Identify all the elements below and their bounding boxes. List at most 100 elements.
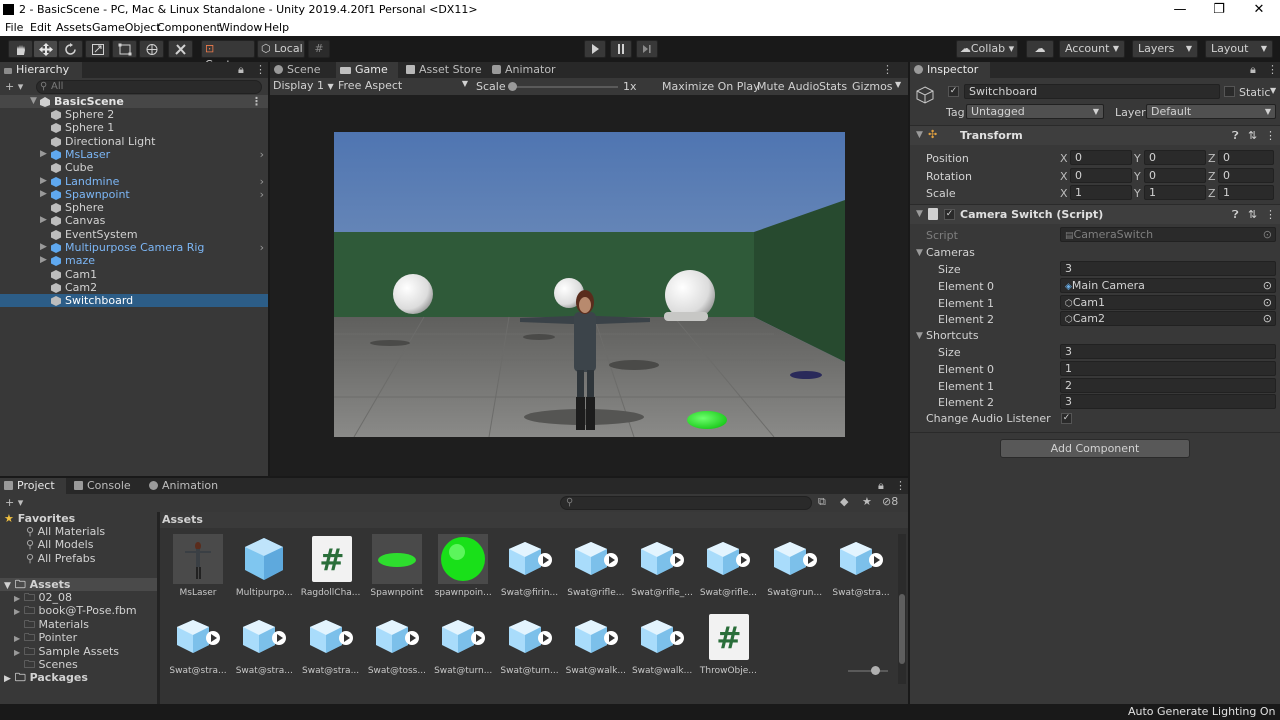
assets-scrollbar-thumb[interactable]: [899, 594, 905, 664]
menu-file[interactable]: File: [5, 21, 23, 34]
hierarchy-item[interactable]: Cam2: [0, 281, 268, 294]
fold-right-icon[interactable]: ▶: [40, 175, 47, 188]
hierarchy-item[interactable]: ▶ MsLaser ›: [0, 148, 268, 161]
asset-tile[interactable]: Swat@stra...: [168, 612, 227, 684]
tab-hierarchy[interactable]: Hierarchy: [0, 62, 82, 78]
transform-tool-button[interactable]: [139, 40, 164, 58]
tab-project[interactable]: Project: [0, 478, 66, 494]
asset-tile[interactable]: Swat@walk...: [632, 612, 692, 684]
icon-size-slider[interactable]: [848, 670, 888, 672]
game-viewport[interactable]: [334, 132, 845, 437]
icon-size-slider-thumb[interactable]: [871, 666, 880, 675]
active-checkbox[interactable]: ✓: [948, 86, 959, 97]
hierarchy-item[interactable]: Switchboard: [0, 294, 268, 308]
asset-tile[interactable]: Swat@stra...: [831, 534, 890, 606]
hierarchy-item[interactable]: ▶ Multipurpose Camera Rig ›: [0, 241, 268, 254]
menu-component[interactable]: Component: [157, 21, 221, 34]
transform-rotation-x-field[interactable]: 0: [1070, 168, 1132, 183]
hierarchy-item[interactable]: ▶ maze: [0, 254, 268, 267]
object-picker-icon[interactable]: ⊙: [1263, 296, 1272, 309]
asset-tile[interactable]: Swat@turn...: [500, 612, 559, 684]
layer-dropdown[interactable]: Default ▼: [1146, 104, 1276, 119]
shortcut-element-field[interactable]: 3: [1060, 394, 1276, 410]
camera-element-field[interactable]: ◈Main Camera ⊙: [1060, 278, 1276, 293]
help-icon[interactable]: ❓︎: [1232, 129, 1239, 143]
menu-edit[interactable]: Edit: [30, 21, 51, 34]
assets-root-row[interactable]: ▼ 🗀 Assets: [0, 578, 157, 591]
hierarchy-item[interactable]: Sphere 2: [0, 108, 268, 121]
kebab-menu-icon[interactable]: ⋮: [1267, 63, 1278, 76]
asset-folder[interactable]: ▶ 🗀 Pointer: [14, 631, 154, 644]
play-button[interactable]: [584, 40, 606, 58]
hierarchy-item[interactable]: ▶ Landmine ›: [0, 175, 268, 188]
change-audio-listener-checkbox[interactable]: ✓: [1061, 413, 1072, 424]
tab-animation[interactable]: Animation: [145, 478, 225, 494]
search-by-label-icon[interactable]: ◆: [840, 495, 848, 508]
chevron-right-icon[interactable]: ›: [260, 175, 264, 188]
pivot-local-button[interactable]: ⬡ Local: [257, 40, 305, 58]
lock-icon[interactable]: 🔒︎: [1250, 63, 1256, 77]
asset-tile[interactable]: # RagdollCha...: [301, 534, 360, 606]
rect-tool-button[interactable]: [112, 40, 137, 58]
chevron-right-icon[interactable]: ›: [260, 148, 264, 161]
chevron-down-icon[interactable]: ▼: [895, 80, 901, 89]
fold-right-icon[interactable]: ▶: [40, 254, 47, 267]
pivot-center-button[interactable]: ⊡ Center: [201, 40, 255, 71]
static-checkbox[interactable]: [1224, 86, 1235, 97]
move-tool-button[interactable]: [33, 40, 58, 58]
packages-row[interactable]: ▶ 🗀 Packages: [4, 671, 154, 684]
hierarchy-item[interactable]: Cube: [0, 161, 268, 174]
asset-tile[interactable]: Swat@rifle_...: [631, 534, 693, 606]
object-picker-icon[interactable]: ⊙: [1263, 312, 1272, 325]
asset-tile[interactable]: # ThrowObje...: [698, 612, 757, 684]
menu-help[interactable]: Help: [264, 21, 289, 34]
transform-rotation-z-field[interactable]: 0: [1218, 168, 1274, 183]
asset-tile[interactable]: Swat@rifle...: [566, 534, 624, 606]
menu-gameobject[interactable]: GameObject: [92, 21, 161, 34]
hidden-packages-toggle[interactable]: ⊘8: [882, 495, 898, 508]
display-dropdown[interactable]: Display 1 ▼: [273, 79, 334, 92]
tab-scene[interactable]: Scene: [270, 62, 334, 78]
transform-position-y-field[interactable]: 0: [1144, 150, 1206, 165]
transform-scale-x-field[interactable]: 1: [1070, 185, 1132, 200]
object-picker-icon[interactable]: ⊙: [1263, 279, 1272, 292]
transform-position-z-field[interactable]: 0: [1218, 150, 1274, 165]
tab-console[interactable]: Console: [70, 478, 142, 494]
asset-tile[interactable]: spawnpoin...: [433, 534, 492, 606]
asset-folder[interactable]: ▶ 🗀 Sample Assets: [14, 645, 154, 658]
scene-menu-icon[interactable]: ⋮: [251, 95, 262, 108]
menu-window[interactable]: Window: [219, 21, 262, 34]
gizmos-toggle[interactable]: Gizmos: [852, 80, 893, 93]
add-component-button[interactable]: Add Component: [1000, 439, 1190, 458]
asset-tile[interactable]: Swat@rifle...: [698, 534, 757, 606]
help-icon[interactable]: ❓︎: [1232, 208, 1239, 222]
custom-tool-button[interactable]: [168, 40, 193, 58]
collab-button[interactable]: ☁Collab ▾: [956, 40, 1018, 58]
menu-assets[interactable]: Assets: [56, 21, 92, 34]
favorite-item[interactable]: ⚲ All Materials: [26, 525, 154, 538]
tab-animator[interactable]: Animator: [488, 62, 568, 78]
favorite-star-icon[interactable]: ★: [862, 495, 872, 508]
asset-tile[interactable]: Swat@stra...: [301, 612, 359, 684]
presets-icon[interactable]: ⇅: [1248, 208, 1257, 221]
maximize-button[interactable]: ❐: [1199, 1, 1239, 19]
shortcut-element-field[interactable]: 1: [1060, 361, 1276, 376]
camera-switch-header[interactable]: ▼ ✓ Camera Switch (Script) ❓︎ ⇅ ⋮: [910, 204, 1280, 224]
scale-slider-track[interactable]: [508, 86, 618, 88]
fold-right-icon[interactable]: ▶: [40, 148, 47, 161]
hand-tool-button[interactable]: [8, 40, 33, 58]
asset-tile[interactable]: Multipurpo...: [234, 534, 293, 606]
tab-asset-store[interactable]: Asset Store: [402, 62, 484, 78]
hierarchy-item[interactable]: ▶ Spawnpoint ›: [0, 188, 268, 201]
aspect-dropdown[interactable]: Free Aspect ▼: [338, 79, 468, 92]
minimize-button[interactable]: —: [1160, 1, 1200, 19]
kebab-menu-icon[interactable]: ⋮: [1265, 129, 1276, 142]
rotate-tool-button[interactable]: [58, 40, 83, 58]
favorites-row[interactable]: ★ Favorites: [4, 512, 154, 525]
asset-tile[interactable]: Swat@toss...: [367, 612, 426, 684]
asset-folder[interactable]: 🗀 Materials: [14, 618, 154, 631]
fold-down-icon[interactable]: ▼: [916, 248, 923, 258]
fold-down-icon[interactable]: ▼: [916, 331, 923, 341]
kebab-menu-icon[interactable]: ⋮: [895, 479, 906, 492]
asset-tile[interactable]: MsLaser: [168, 534, 226, 606]
